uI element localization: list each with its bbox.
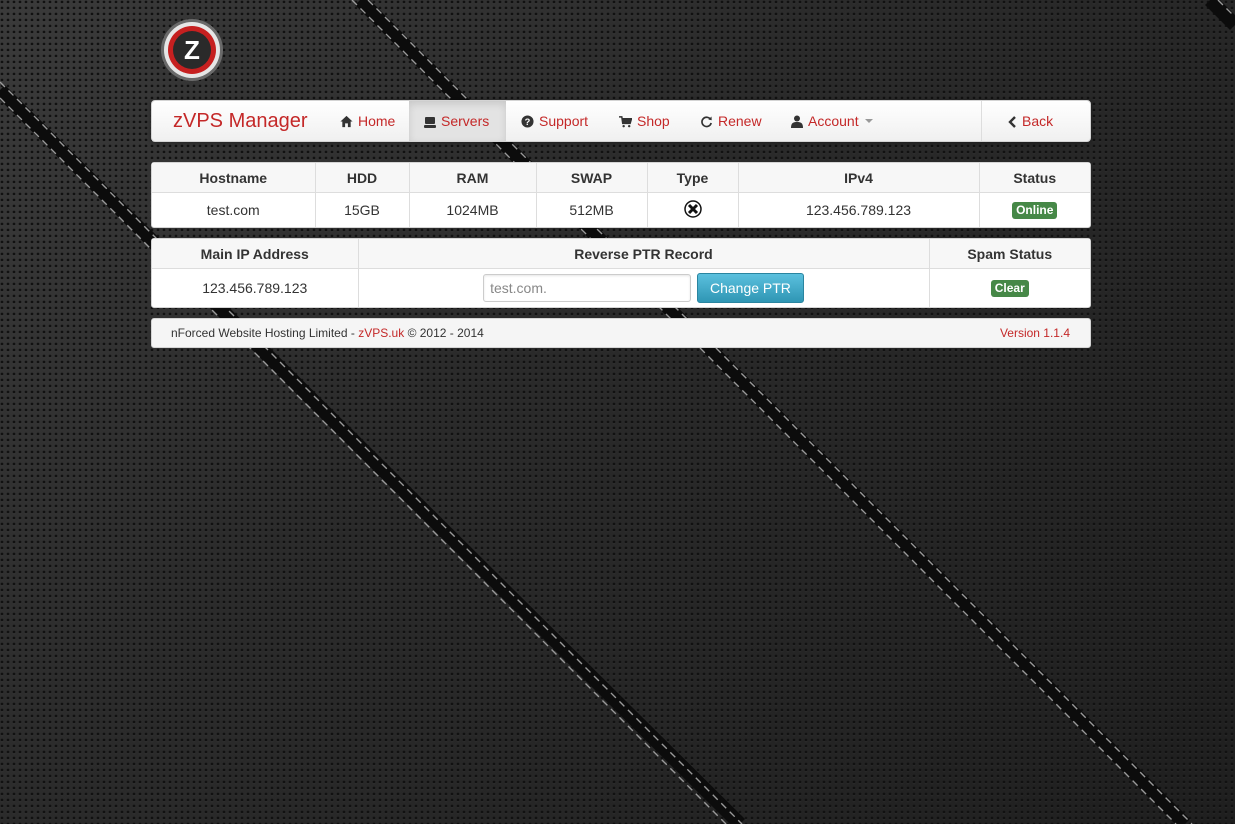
home-icon [340, 103, 353, 143]
question-circle-icon: ? [521, 103, 534, 143]
user-icon [791, 103, 803, 143]
shopping-cart-icon [619, 103, 633, 143]
swap-cell: 512MB [535, 192, 647, 227]
nav-servers-label: Servers [441, 113, 490, 129]
nav-divider [981, 101, 982, 141]
servers-panel: Hostname HDD RAM SWAP Type IPv4 Status t… [151, 162, 1091, 228]
server-icon [424, 103, 436, 143]
servers-table-header: Hostname HDD RAM SWAP Type IPv4 Status [152, 163, 1090, 193]
col-hostname: Hostname [152, 163, 315, 193]
nav-support-label: Support [539, 113, 589, 129]
ptr-table-header: Main IP Address Reverse PTR Record Spam … [152, 239, 1090, 269]
ram-cell: 1024MB [408, 192, 536, 227]
ptr-cell: Change PTR [357, 268, 929, 307]
table-row[interactable]: test.com 15GB 1024MB 512MB 123.456.789.1… [152, 192, 1090, 227]
nav-renew-label: Renew [718, 113, 762, 129]
col-ipv4: IPv4 [737, 163, 979, 193]
col-main-ip: Main IP Address [152, 239, 358, 269]
hostname-cell: test.com [206, 202, 260, 218]
ptr-input[interactable] [483, 274, 692, 302]
nav-back-label: Back [1022, 113, 1054, 129]
xen-icon [683, 199, 702, 221]
servers-table: Hostname HDD RAM SWAP Type IPv4 Status t… [152, 163, 1090, 227]
nav-shop-label: Shop [637, 113, 670, 129]
spam-status-cell: Clear [928, 268, 1090, 307]
nav-home-label: Home [358, 113, 396, 129]
footer-company: nForced Website Hosting Limited - [171, 326, 355, 340]
col-ram: RAM [408, 163, 536, 193]
status-cell: Online [978, 192, 1090, 227]
logo[interactable]: Z [160, 18, 224, 82]
nav-account-label: Account [808, 113, 859, 129]
nav-back[interactable]: Back [1008, 101, 1053, 141]
brand-title[interactable]: zVPS Manager [173, 101, 308, 141]
col-spam-status: Spam Status [928, 239, 1090, 269]
nav-shop[interactable]: Shop [619, 101, 670, 141]
hdd-cell: 15GB [314, 192, 409, 227]
refresh-icon [700, 103, 713, 143]
footer-years: © 2012 - 2014 [407, 326, 484, 340]
table-row: 123.456.789.123 Change PTR Clear [152, 268, 1090, 307]
ptr-panel: Main IP Address Reverse PTR Record Spam … [151, 238, 1091, 308]
footer-copyright: nForced Website Hosting Limited - zVPS.u… [171, 319, 484, 347]
col-swap: SWAP [535, 163, 647, 193]
type-cell [646, 192, 738, 227]
chevron-left-icon [1008, 103, 1017, 143]
footer: nForced Website Hosting Limited - zVPS.u… [151, 318, 1091, 348]
caret-down-icon [864, 119, 873, 123]
nav-home[interactable]: Home [340, 101, 395, 141]
col-type: Type [646, 163, 738, 193]
col-status: Status [978, 163, 1090, 193]
navbar: zVPS Manager Home Servers ? Support Shop… [151, 100, 1091, 142]
col-reverse-ptr: Reverse PTR Record [357, 239, 929, 269]
nav-renew[interactable]: Renew [700, 101, 762, 141]
nav-servers[interactable]: Servers [409, 101, 506, 141]
main-ip-cell: 123.456.789.123 [202, 280, 308, 296]
status-badge: Online [1012, 202, 1058, 219]
nav-account[interactable]: Account [791, 101, 873, 141]
nav-support[interactable]: ? Support [521, 101, 588, 141]
spam-status-badge: Clear [990, 280, 1029, 297]
logo-letter: Z [184, 35, 200, 65]
svg-text:?: ? [525, 117, 531, 127]
ptr-table: Main IP Address Reverse PTR Record Spam … [152, 239, 1090, 307]
change-ptr-button[interactable]: Change PTR [696, 273, 804, 303]
col-hdd: HDD [314, 163, 409, 193]
footer-link[interactable]: zVPS.uk [358, 326, 404, 340]
footer-version: Version 1.1.4 [999, 326, 1070, 340]
ipv4-cell: 123.456.789.123 [737, 192, 979, 227]
